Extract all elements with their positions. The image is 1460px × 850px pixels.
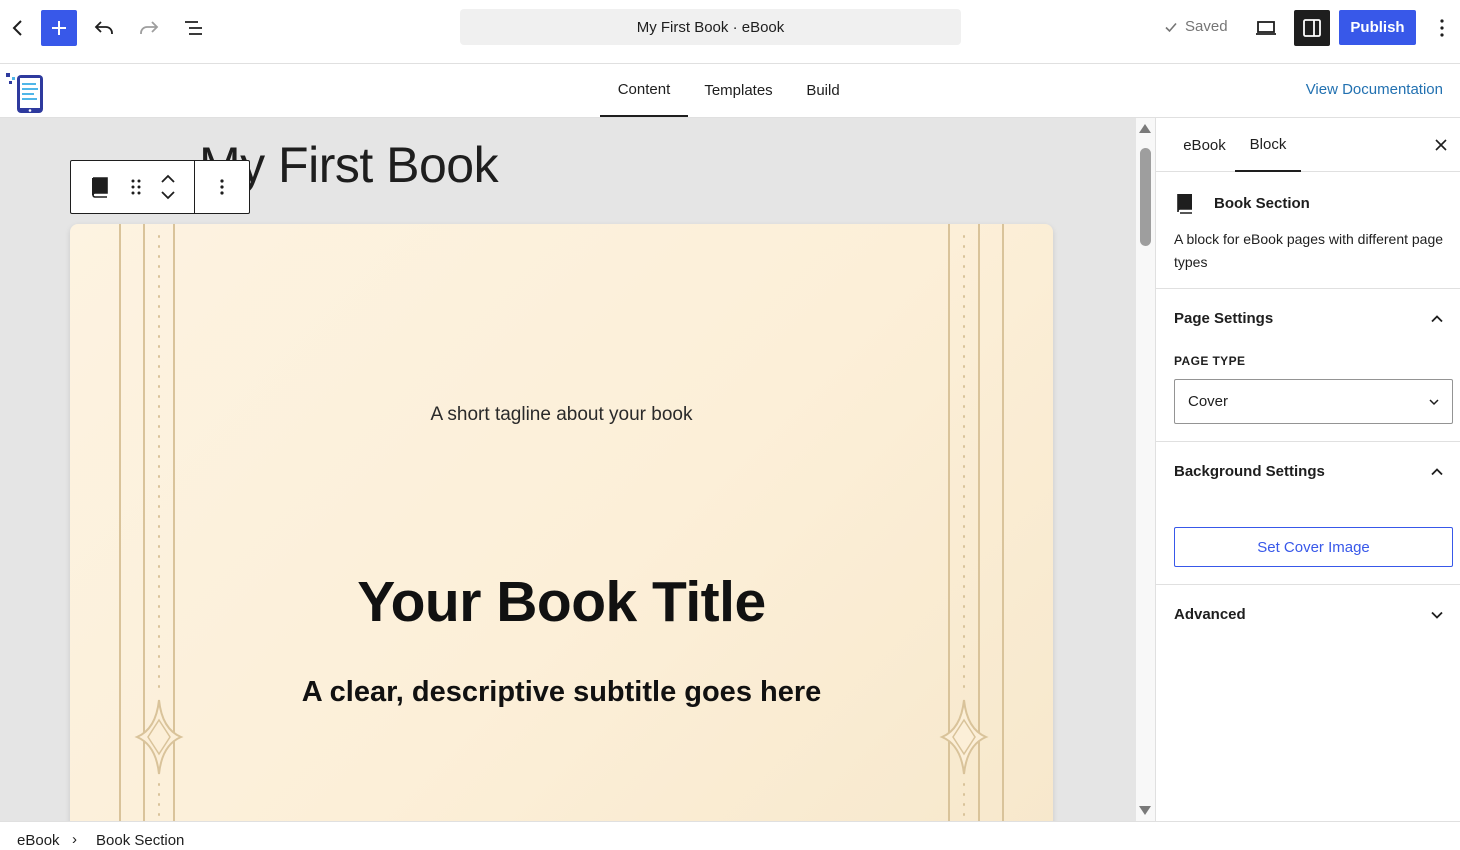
close-sidebar-button[interactable]	[1429, 133, 1453, 157]
breadcrumb-book-section[interactable]: Book Section	[96, 832, 184, 849]
preview-button[interactable]	[1248, 10, 1284, 46]
view-documentation-link[interactable]: View Documentation	[1306, 81, 1443, 98]
breadcrumb-ebook[interactable]: eBook	[17, 832, 60, 849]
drag-handle-icon	[131, 179, 141, 195]
block-description: A block for eBook pages with different p…	[1174, 231, 1444, 270]
chevron-up-icon	[1431, 315, 1443, 323]
chevron-up-icon	[1431, 468, 1443, 476]
vertical-ellipsis-icon	[220, 179, 224, 195]
undo-button[interactable]	[86, 10, 122, 46]
options-menu-button[interactable]	[1424, 10, 1460, 46]
move-up-icon[interactable]	[160, 174, 176, 184]
page-type-label: PAGE TYPE	[1174, 354, 1246, 368]
back-button[interactable]	[0, 10, 36, 46]
scroll-down-arrow[interactable]	[1139, 806, 1151, 815]
breadcrumb: eBook › Book Section	[0, 821, 1460, 850]
settings-panel-toggle[interactable]	[1294, 10, 1330, 46]
book-icon	[1177, 194, 1192, 214]
editor-top-bar: My First Book · eBook Saved Publish	[0, 0, 1460, 64]
tab-templates[interactable]: Templates	[699, 64, 778, 117]
block-options-button[interactable]	[195, 161, 249, 213]
scroll-thumb[interactable]	[1140, 148, 1151, 246]
book-section-block[interactable]: A short tagline about your book Your Boo…	[70, 224, 1053, 821]
check-icon	[1165, 22, 1177, 32]
page-type-value: Cover	[1188, 393, 1229, 410]
undo-icon	[94, 21, 113, 34]
chevron-down-icon	[1431, 611, 1443, 619]
plugin-nav-bar: Content Templates Build View Documentati…	[0, 64, 1460, 118]
canvas-scrollbar[interactable]	[1136, 118, 1155, 821]
book-subtitle[interactable]: A clear, descriptive subtitle goes here	[70, 676, 1053, 709]
saved-status: Saved	[1163, 18, 1228, 35]
sidebar-tabs: eBook Block	[1156, 118, 1460, 172]
publish-button[interactable]: Publish	[1339, 10, 1416, 45]
move-down-icon[interactable]	[160, 190, 176, 200]
sidebar-tab-ebook[interactable]: eBook	[1166, 118, 1243, 172]
redo-button[interactable]	[131, 10, 167, 46]
block-toolbar	[70, 160, 250, 214]
laptop-icon	[1256, 21, 1276, 35]
chevron-down-icon	[1429, 399, 1439, 406]
block-name: Book Section	[1214, 195, 1310, 212]
list-view-icon	[185, 21, 202, 35]
page-border-ornament	[119, 224, 1004, 821]
close-icon	[1435, 139, 1447, 151]
vertical-ellipsis-icon	[1440, 19, 1444, 37]
book-title[interactable]: Your Book Title	[70, 569, 1053, 635]
add-block-button[interactable]	[41, 10, 77, 46]
settings-sidebar: eBook Block Book Section A block for eBo…	[1155, 118, 1460, 821]
book-icon	[91, 177, 108, 198]
background-settings-panel-toggle[interactable]: Background Settings	[1156, 442, 1460, 502]
page-type-select[interactable]: Cover	[1174, 379, 1453, 424]
chevron-left-icon	[12, 20, 22, 36]
saved-label: Saved	[1185, 18, 1228, 35]
set-cover-image-button[interactable]: Set Cover Image	[1174, 527, 1453, 567]
plus-icon	[52, 21, 66, 35]
scroll-up-arrow[interactable]	[1139, 124, 1151, 133]
drag-handle[interactable]	[129, 161, 143, 213]
document-overview-button[interactable]	[176, 10, 212, 46]
ebook-logo-icon	[6, 73, 43, 113]
sidebar-tab-block[interactable]: Block	[1235, 118, 1301, 172]
tab-content[interactable]: Content	[600, 64, 688, 117]
background-settings-title: Background Settings	[1174, 463, 1325, 480]
editor-canvas: My First Book A short tagline about your…	[0, 118, 1136, 821]
block-card: Book Section A block for eBook pages wit…	[1156, 172, 1460, 289]
page-settings-panel-toggle[interactable]: Page Settings	[1156, 289, 1460, 349]
advanced-panel-toggle[interactable]: Advanced	[1156, 585, 1460, 645]
book-tagline[interactable]: A short tagline about your book	[70, 404, 1053, 426]
redo-icon	[140, 21, 159, 34]
tab-build[interactable]: Build	[800, 64, 846, 117]
advanced-title: Advanced	[1174, 606, 1246, 623]
document-title-bar[interactable]: My First Book · eBook	[460, 9, 961, 45]
page-settings-title: Page Settings	[1174, 310, 1274, 327]
sidebar-icon	[1303, 19, 1321, 37]
breadcrumb-separator-icon: ›	[72, 831, 77, 848]
block-type-button[interactable]	[71, 161, 129, 213]
move-buttons	[143, 161, 195, 213]
